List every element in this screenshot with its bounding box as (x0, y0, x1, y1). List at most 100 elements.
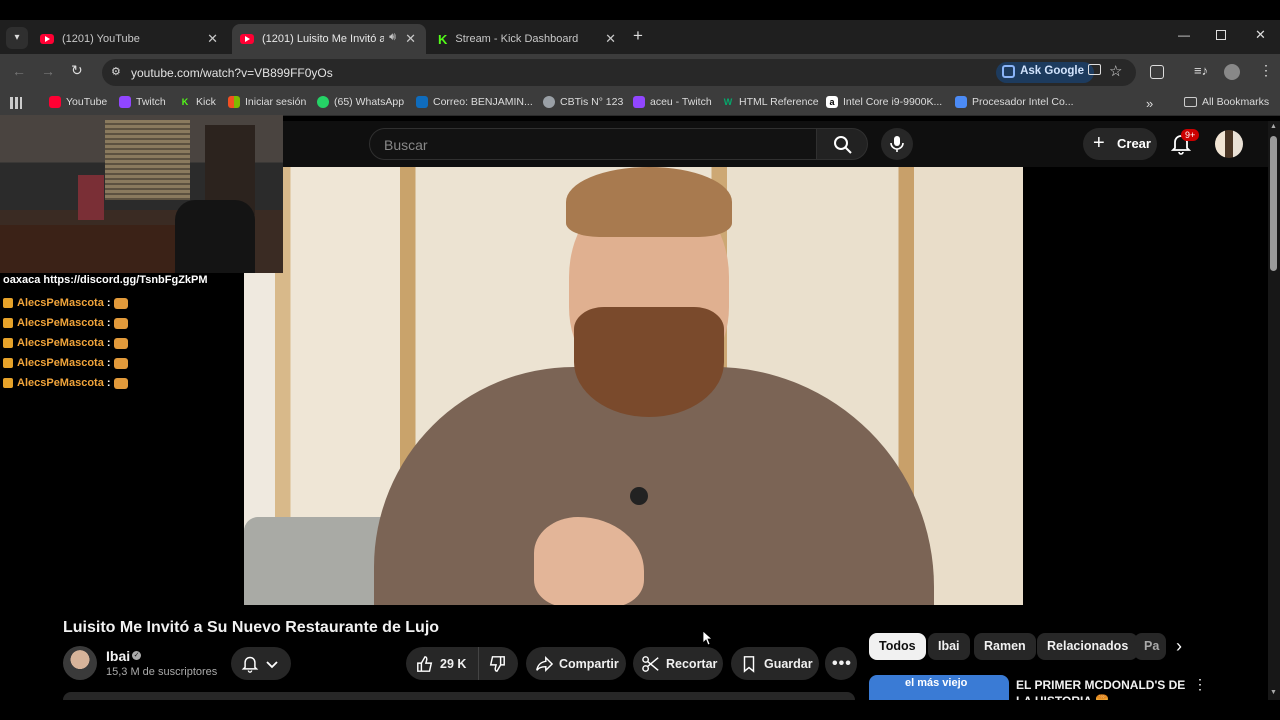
subscribe-notifications-button[interactable] (231, 647, 291, 680)
address-bar[interactable]: ⚙ youtube.com/watch?v=VB899FF0yOs Ask Go… (102, 59, 1136, 86)
video-player[interactable] (244, 167, 1023, 605)
forward-button[interactable]: → (41, 63, 55, 79)
search-button[interactable] (816, 128, 868, 160)
scrollbar-thumb[interactable] (1270, 136, 1277, 271)
extensions-icon[interactable] (1150, 65, 1164, 79)
tab-current-video[interactable]: (1201) Luisito Me Invitó a Su 🔊︎ ✕ (232, 24, 426, 54)
webcam-poster (78, 175, 104, 220)
webcam-desk (0, 225, 200, 273)
minimize-button[interactable]: — (1178, 28, 1190, 42)
recommended-video-title[interactable]: EL PRIMER MCDONALD'S DE LA HISTORIA 🍔 (1016, 677, 1196, 700)
bookmark-html-reference[interactable]: W HTML Reference (722, 96, 819, 108)
save-label: Guardar (764, 656, 813, 671)
install-app-icon[interactable] (1088, 64, 1101, 75)
microphone-icon (890, 136, 904, 152)
tab-search-button[interactable]: ▾ (6, 27, 28, 49)
thumbnail-caption: el más viejo (905, 677, 968, 689)
clip-button[interactable]: Recortar (633, 647, 723, 680)
recommended-video-thumbnail[interactable]: el más viejo (869, 675, 1009, 700)
tab-kick-dashboard[interactable]: K Stream - Kick Dashboard ✕ (430, 24, 626, 54)
chip-todos[interactable]: Todos (869, 633, 926, 660)
chevron-down-icon (266, 660, 278, 668)
create-button[interactable]: + Crear (1083, 128, 1157, 160)
more-actions-button[interactable]: ••• (825, 647, 857, 680)
media-control-icon[interactable]: ≡♪ (1194, 63, 1208, 78)
webcam-chair (175, 200, 255, 273)
description-box[interactable] (63, 692, 855, 700)
dislike-button[interactable] (478, 647, 518, 680)
close-icon[interactable]: ✕ (605, 31, 616, 47)
url-text[interactable]: youtube.com/watch?v=VB899FF0yOs (131, 66, 333, 80)
video-title: Luisito Me Invitó a Su Nuevo Restaurante… (63, 619, 440, 636)
emote-icon (113, 357, 128, 369)
restore-button[interactable] (1216, 30, 1226, 40)
bookmark-intel-core[interactable]: a Intel Core i9-9900K... (826, 96, 942, 108)
youtube-header: Buscar + Crear 9+ (283, 121, 1270, 167)
bookmark-kick[interactable]: K Kick (179, 96, 216, 108)
notification-badge: 9+ (1181, 129, 1200, 141)
scroll-down-arrow-icon[interactable]: ▼ (1270, 689, 1277, 696)
close-icon[interactable]: ✕ (405, 31, 416, 47)
lens-icon (1002, 65, 1016, 78)
bookmark-iniciar-sesion[interactable]: Iniciar sesión (228, 96, 306, 108)
scroll-up-arrow-icon[interactable]: ▲ (1270, 123, 1277, 130)
browser-menu-icon[interactable]: ⋮ (1259, 62, 1273, 79)
bookmark-youtube[interactable]: YouTube (49, 96, 107, 108)
bookmark-star-icon[interactable]: ☆ (1109, 62, 1122, 80)
back-button[interactable]: ← (12, 63, 26, 79)
save-button[interactable]: Guardar (731, 647, 819, 680)
chip-partial[interactable]: Pa (1134, 633, 1166, 660)
badge-icon (3, 378, 13, 388)
kick-icon: K (438, 31, 448, 47)
chip-ibai[interactable]: Ibai (928, 633, 970, 660)
window-close-button[interactable]: ✕ (1255, 27, 1266, 43)
thumbs-up-icon (417, 655, 433, 672)
browser-toolbar: ← → ↻ ⚙ youtube.com/watch?v=VB899FF0yOs … (0, 54, 1280, 90)
all-bookmarks-button[interactable]: All Bookmarks (1184, 96, 1269, 108)
webcam-overlay (0, 115, 283, 273)
share-button[interactable]: Compartir (526, 647, 626, 680)
bookmark-correo[interactable]: Correo: BENJAMIN... (416, 96, 533, 108)
channel-avatar[interactable] (63, 646, 97, 680)
speaker-icon[interactable]: 🔊︎ (389, 31, 396, 44)
close-icon[interactable]: ✕ (207, 31, 218, 47)
bookmark-whatsapp[interactable]: (65) WhatsApp (317, 96, 404, 108)
share-label: Compartir (559, 656, 619, 671)
document-icon (955, 96, 967, 108)
bookmark-twitch[interactable]: Twitch (119, 96, 166, 108)
ask-google-button[interactable]: Ask Google (996, 62, 1094, 83)
apps-grid-icon[interactable] (10, 97, 22, 109)
chip-ramen[interactable]: Ramen (974, 633, 1036, 660)
site-info-icon[interactable]: ⚙ (111, 65, 121, 78)
stream-chat-overlay: oaxaca https://discord.gg/TsnbFgZkPM Ale… (0, 273, 244, 393)
search-input[interactable]: Buscar (369, 128, 817, 160)
twitch-icon (633, 96, 645, 108)
ask-google-label: Ask Google (1020, 65, 1084, 77)
reload-button[interactable]: ↻ (71, 62, 83, 79)
chat-message: AlecsPeMascota: (0, 333, 244, 353)
bookmark-aceu-twitch[interactable]: aceu - Twitch (633, 96, 712, 108)
bookmark-cbtis[interactable]: CBTis N° 123 (543, 96, 623, 108)
recommendation-menu-icon[interactable]: ⋮ (1193, 676, 1207, 693)
more-bookmarks-chevron-icon[interactable]: » (1146, 96, 1153, 111)
account-avatar[interactable] (1215, 130, 1243, 158)
channel-name[interactable]: Ibai (106, 648, 130, 664)
search-placeholder: Buscar (384, 137, 428, 153)
chips-next-chevron-icon[interactable]: › (1176, 636, 1182, 657)
new-tab-button[interactable]: + (633, 26, 643, 46)
youtube-icon (40, 34, 54, 44)
tab-youtube-home[interactable]: (1201) YouTube ✕ (32, 24, 228, 54)
like-count: 29 K (440, 656, 467, 671)
badge-icon (3, 318, 13, 328)
search-icon (834, 136, 852, 154)
badge-icon (3, 338, 13, 348)
chat-topic: oaxaca https://discord.gg/TsnbFgZkPM (3, 274, 208, 286)
voice-search-button[interactable] (881, 128, 913, 160)
like-button[interactable]: 29 K (406, 647, 478, 680)
tab-label: (1201) YouTube (62, 33, 140, 45)
profile-avatar[interactable] (1224, 64, 1240, 80)
bookmark-procesador-intel[interactable]: Procesador Intel Co... (955, 96, 1074, 108)
chip-relacionados[interactable]: Relacionados (1037, 633, 1139, 660)
youtube-icon (240, 34, 254, 44)
emote-icon (113, 337, 128, 349)
